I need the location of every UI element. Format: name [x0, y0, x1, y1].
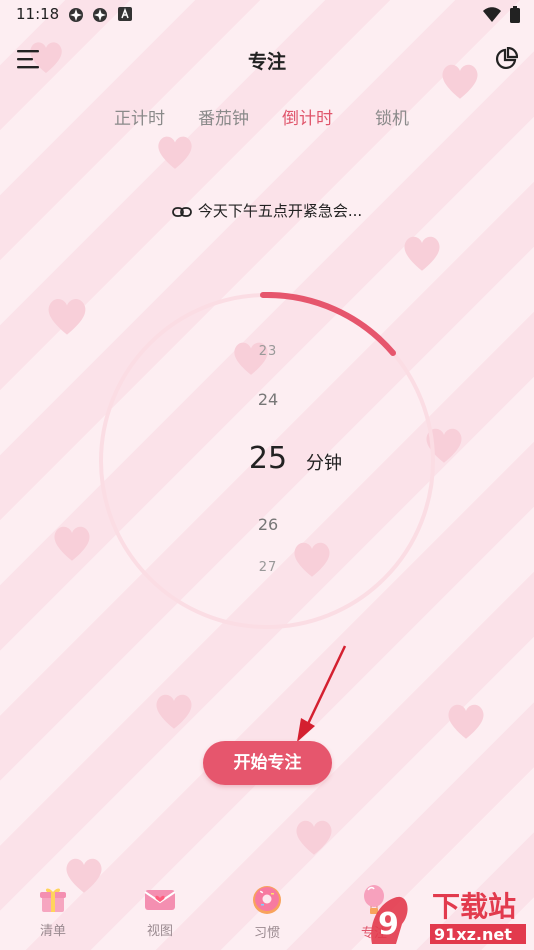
heart-decoration	[158, 136, 192, 169]
minute-picker[interactable]: 23 24 25 分钟 26 27	[168, 330, 368, 590]
tab-lock[interactable]: 锁机	[375, 104, 409, 129]
donut-icon	[253, 886, 281, 914]
battery-icon	[510, 6, 520, 23]
page-title: 专注	[247, 51, 286, 73]
heart-decoration	[156, 694, 192, 729]
picker-value[interactable]: 23	[168, 344, 368, 359]
tab-countdown[interactable]: 倒计时	[282, 104, 333, 129]
link-icon	[171, 206, 192, 217]
mode-tabs: 正计时 番茄钟 倒计时 锁机	[0, 100, 534, 130]
nav-label: 习惯	[253, 926, 280, 941]
status-right-icons	[482, 6, 520, 27]
header: 专注	[0, 36, 534, 82]
annotation-arrow	[297, 645, 347, 742]
pie-chart-icon[interactable]	[494, 47, 518, 71]
nav-item-view[interactable]: 视图	[120, 884, 200, 939]
status-bar: 11:18	[0, 0, 534, 30]
tab-count-up[interactable]: 正计时	[114, 104, 165, 129]
gift-icon	[40, 888, 66, 912]
picker-value[interactable]: 27	[168, 560, 368, 575]
linked-task-text: 今天下午五点开紧急会...	[197, 202, 363, 220]
picker-value[interactable]: 24	[168, 390, 368, 409]
picker-unit: 分钟	[306, 453, 342, 474]
heart-decoration	[54, 526, 90, 561]
envelope-icon	[144, 890, 176, 910]
watermark-url: 91xz.net	[434, 925, 512, 944]
letter-a-icon	[118, 7, 132, 21]
status-time: 11:18	[16, 5, 60, 23]
nav-label: 清单	[39, 924, 66, 939]
wifi-icon	[482, 7, 501, 22]
linked-task[interactable]: 今天下午五点开紧急会...	[0, 200, 534, 221]
heart-decoration	[404, 236, 440, 271]
tab-pomodoro[interactable]: 番茄钟	[198, 104, 249, 129]
picker-value[interactable]: 26	[168, 515, 368, 534]
nav-label: 视图	[146, 924, 173, 939]
heart-decoration	[296, 820, 332, 855]
app-notification-icon	[93, 8, 107, 22]
nav-item-list[interactable]: 清单	[13, 884, 93, 939]
heart-decoration	[448, 704, 484, 739]
site-watermark: 9 下载站 91xz.net	[371, 890, 526, 944]
heart-decoration	[48, 298, 86, 335]
app-notification-icon	[69, 8, 83, 22]
svg-text:9: 9	[378, 907, 399, 942]
watermark-text: 下载站	[432, 890, 516, 923]
start-focus-button[interactable]: 开始专注	[203, 741, 332, 785]
nav-item-habit[interactable]: 习惯	[227, 884, 307, 941]
